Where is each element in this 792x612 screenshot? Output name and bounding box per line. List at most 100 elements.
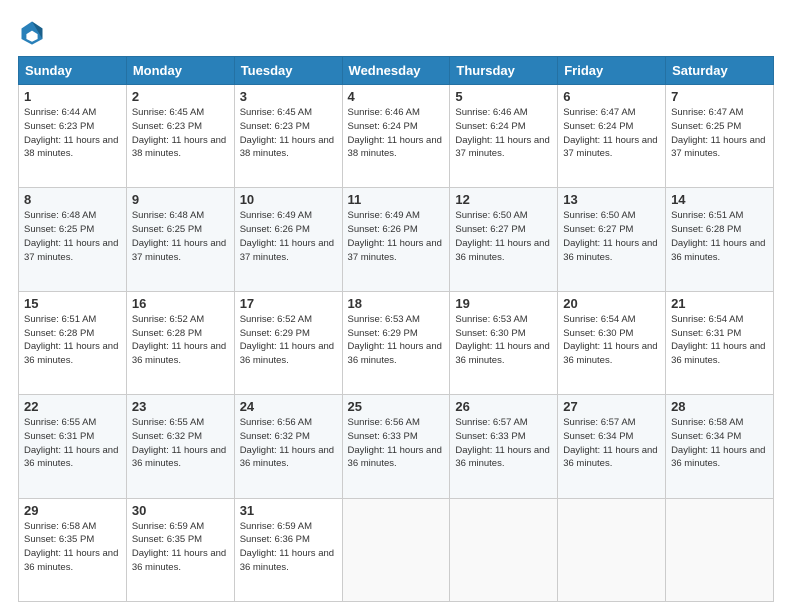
calendar-cell: 17Sunrise: 6:52 AMSunset: 6:29 PMDayligh… [234, 291, 342, 394]
day-number: 1 [24, 89, 121, 104]
calendar-cell [342, 498, 450, 601]
logo-icon [18, 18, 46, 46]
calendar-cell: 25 Sunrise: 6:56 AMSunset: 6:33 PMDayligh… [342, 395, 450, 498]
logo [18, 18, 50, 46]
day-info: Sunrise: 6:58 AMSunset: 6:34 PMDaylight:… [671, 416, 768, 471]
day-info: Sunrise: 6:47 AMSunset: 6:25 PMDaylight:… [671, 106, 768, 161]
day-number: 13 [563, 192, 660, 207]
day-number: 4 [348, 89, 445, 104]
calendar-cell: 14 Sunrise: 6:51 AMSunset: 6:28 PMDayligh… [666, 188, 774, 291]
calendar-cell [450, 498, 558, 601]
calendar-cell [558, 498, 666, 601]
day-info: Sunrise: 6:57 AMSunset: 6:34 PMDaylight:… [563, 416, 660, 471]
calendar-cell: 1 Sunrise: 6:44 AMSunset: 6:23 PMDaylight… [19, 85, 127, 188]
calendar-cell: 13 Sunrise: 6:50 AMSunset: 6:27 PMDayligh… [558, 188, 666, 291]
calendar-cell: 7 Sunrise: 6:47 AMSunset: 6:25 PMDaylight… [666, 85, 774, 188]
day-number: 31 [240, 503, 337, 518]
day-info: Sunrise: 6:48 AMSunset: 6:25 PMDaylight:… [132, 209, 229, 264]
calendar-cell: 8 Sunrise: 6:48 AMSunset: 6:25 PMDaylight… [19, 188, 127, 291]
calendar-cell: 4Sunrise: 6:46 AMSunset: 6:24 PMDaylight… [342, 85, 450, 188]
calendar-cell: 19Sunrise: 6:53 AMSunset: 6:30 PMDayligh… [450, 291, 558, 394]
calendar-table: SundayMondayTuesdayWednesdayThursdayFrid… [18, 56, 774, 602]
calendar-cell: 18 Sunrise: 6:53 AMSunset: 6:29 PMDayligh… [342, 291, 450, 394]
calendar-cell: 31 Sunrise: 6:59 AMSunset: 6:36 PMDayligh… [234, 498, 342, 601]
day-info: Sunrise: 6:57 AMSunset: 6:33 PMDaylight:… [455, 416, 552, 471]
calendar-week-row: 22Sunrise: 6:55 AMSunset: 6:31 PMDayligh… [19, 395, 774, 498]
day-info: Sunrise: 6:58 AMSunset: 6:35 PMDaylight:… [24, 520, 121, 575]
day-number: 9 [132, 192, 229, 207]
day-number: 27 [563, 399, 660, 414]
day-number: 22 [24, 399, 121, 414]
day-number: 3 [240, 89, 337, 104]
calendar-cell: 5Sunrise: 6:46 AMSunset: 6:24 PMDaylight… [450, 85, 558, 188]
calendar-cell: 3 Sunrise: 6:45 AMSunset: 6:23 PMDaylight… [234, 85, 342, 188]
day-info: Sunrise: 6:51 AMSunset: 6:28 PMDaylight:… [671, 209, 768, 264]
day-number: 24 [240, 399, 337, 414]
day-info: Sunrise: 6:53 AMSunset: 6:29 PMDaylight:… [348, 313, 445, 368]
weekday-header: Saturday [666, 57, 774, 85]
day-info: Sunrise: 6:49 AMSunset: 6:26 PMDaylight:… [348, 209, 445, 264]
calendar-cell: 20 Sunrise: 6:54 AMSunset: 6:30 PMDayligh… [558, 291, 666, 394]
day-info: Sunrise: 6:44 AMSunset: 6:23 PMDaylight:… [24, 106, 121, 161]
calendar-cell: 28Sunrise: 6:58 AMSunset: 6:34 PMDayligh… [666, 395, 774, 498]
day-number: 20 [563, 296, 660, 311]
day-info: Sunrise: 6:56 AMSunset: 6:32 PMDaylight:… [240, 416, 337, 471]
day-number: 2 [132, 89, 229, 104]
calendar-cell: 29Sunrise: 6:58 AMSunset: 6:35 PMDayligh… [19, 498, 127, 601]
day-number: 23 [132, 399, 229, 414]
header [18, 18, 774, 46]
calendar-cell: 9 Sunrise: 6:48 AMSunset: 6:25 PMDaylight… [126, 188, 234, 291]
calendar-week-row: 29Sunrise: 6:58 AMSunset: 6:35 PMDayligh… [19, 498, 774, 601]
day-number: 25 [348, 399, 445, 414]
day-info: Sunrise: 6:50 AMSunset: 6:27 PMDaylight:… [455, 209, 552, 264]
day-info: Sunrise: 6:49 AMSunset: 6:26 PMDaylight:… [240, 209, 337, 264]
calendar-week-row: 8 Sunrise: 6:48 AMSunset: 6:25 PMDaylight… [19, 188, 774, 291]
day-number: 30 [132, 503, 229, 518]
day-info: Sunrise: 6:46 AMSunset: 6:24 PMDaylight:… [455, 106, 552, 161]
day-info: Sunrise: 6:54 AMSunset: 6:31 PMDaylight:… [671, 313, 768, 368]
calendar-cell: 6Sunrise: 6:47 AMSunset: 6:24 PMDaylight… [558, 85, 666, 188]
calendar-cell: 30 Sunrise: 6:59 AMSunset: 6:35 PMDayligh… [126, 498, 234, 601]
calendar-week-row: 1 Sunrise: 6:44 AMSunset: 6:23 PMDaylight… [19, 85, 774, 188]
day-info: Sunrise: 6:48 AMSunset: 6:25 PMDaylight:… [24, 209, 121, 264]
day-number: 15 [24, 296, 121, 311]
day-info: Sunrise: 6:50 AMSunset: 6:27 PMDaylight:… [563, 209, 660, 264]
day-number: 8 [24, 192, 121, 207]
day-info: Sunrise: 6:54 AMSunset: 6:30 PMDaylight:… [563, 313, 660, 368]
calendar-cell: 27 Sunrise: 6:57 AMSunset: 6:34 PMDayligh… [558, 395, 666, 498]
day-info: Sunrise: 6:59 AMSunset: 6:35 PMDaylight:… [132, 520, 229, 575]
day-info: Sunrise: 6:56 AMSunset: 6:33 PMDaylight:… [348, 416, 445, 471]
day-info: Sunrise: 6:53 AMSunset: 6:30 PMDaylight:… [455, 313, 552, 368]
weekday-header: Friday [558, 57, 666, 85]
weekday-header: Monday [126, 57, 234, 85]
calendar-cell: 15 Sunrise: 6:51 AMSunset: 6:28 PMDayligh… [19, 291, 127, 394]
calendar-cell: 16 Sunrise: 6:52 AMSunset: 6:28 PMDayligh… [126, 291, 234, 394]
calendar-cell: 22Sunrise: 6:55 AMSunset: 6:31 PMDayligh… [19, 395, 127, 498]
day-number: 14 [671, 192, 768, 207]
day-number: 11 [348, 192, 445, 207]
calendar-cell [666, 498, 774, 601]
calendar-cell: 12Sunrise: 6:50 AMSunset: 6:27 PMDayligh… [450, 188, 558, 291]
day-info: Sunrise: 6:59 AMSunset: 6:36 PMDaylight:… [240, 520, 337, 575]
day-info: Sunrise: 6:52 AMSunset: 6:28 PMDaylight:… [132, 313, 229, 368]
day-info: Sunrise: 6:55 AMSunset: 6:32 PMDaylight:… [132, 416, 229, 471]
calendar-cell: 10Sunrise: 6:49 AMSunset: 6:26 PMDayligh… [234, 188, 342, 291]
calendar-cell: 24 Sunrise: 6:56 AMSunset: 6:32 PMDayligh… [234, 395, 342, 498]
day-number: 7 [671, 89, 768, 104]
weekday-header: Sunday [19, 57, 127, 85]
day-number: 18 [348, 296, 445, 311]
day-info: Sunrise: 6:52 AMSunset: 6:29 PMDaylight:… [240, 313, 337, 368]
weekday-header-row: SundayMondayTuesdayWednesdayThursdayFrid… [19, 57, 774, 85]
weekday-header: Wednesday [342, 57, 450, 85]
calendar-cell: 26 Sunrise: 6:57 AMSunset: 6:33 PMDayligh… [450, 395, 558, 498]
day-number: 21 [671, 296, 768, 311]
calendar-cell: 23 Sunrise: 6:55 AMSunset: 6:32 PMDayligh… [126, 395, 234, 498]
day-number: 6 [563, 89, 660, 104]
day-info: Sunrise: 6:51 AMSunset: 6:28 PMDaylight:… [24, 313, 121, 368]
day-number: 26 [455, 399, 552, 414]
day-number: 16 [132, 296, 229, 311]
day-info: Sunrise: 6:45 AMSunset: 6:23 PMDaylight:… [240, 106, 337, 161]
page: SundayMondayTuesdayWednesdayThursdayFrid… [0, 0, 792, 612]
weekday-header: Thursday [450, 57, 558, 85]
weekday-header: Tuesday [234, 57, 342, 85]
